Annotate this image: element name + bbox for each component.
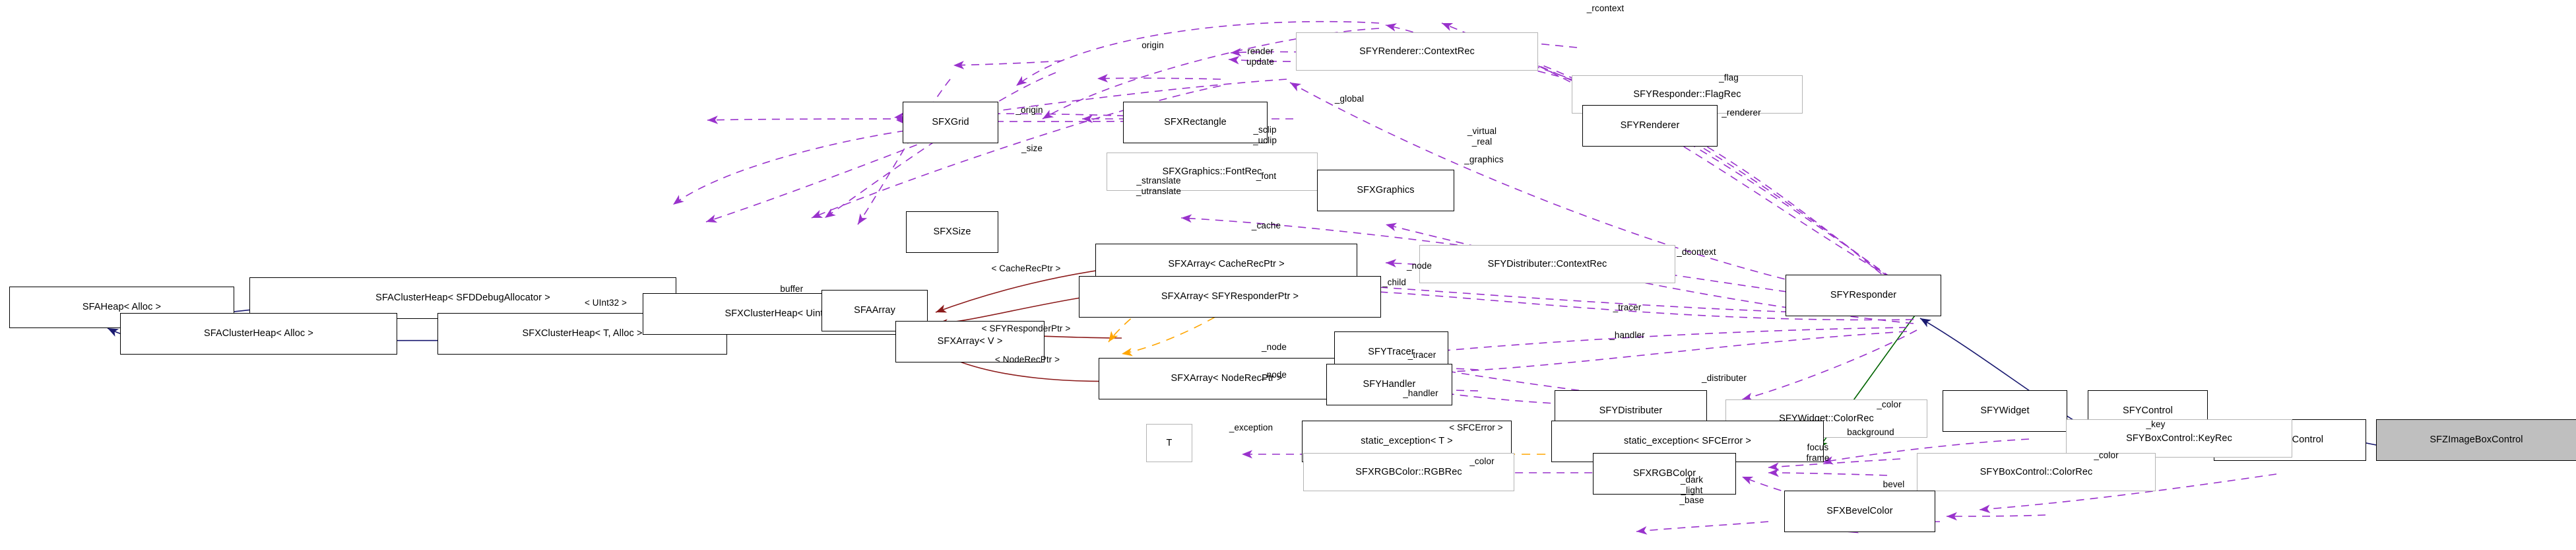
edge-label-lbl_font: _font	[1256, 171, 1277, 181]
edge-label-lbl_sclipuclip: _sclip _uclip	[1253, 125, 1277, 145]
collaboration-diagram: SFAHeap< Alloc > SFAClusterHeap< SFDDebug…	[0, 0, 2576, 550]
node-sfaclusterheap_alloc[interactable]: SFAClusterHeap< Alloc >	[120, 313, 397, 355]
edge-label-lbl_buffer: _buffer	[775, 284, 804, 294]
edge-label-lbl_graphics: _graphics	[1464, 155, 1504, 164]
edge-label-lbl_color_box: _color	[2094, 450, 2119, 460]
node-sfyhandler[interactable]: SFYHandler	[1326, 364, 1452, 405]
edge-label-lbl_cacherecptr: < CacheRecPtr >	[991, 263, 1061, 273]
edge-label-lbl_node_b: _node	[1261, 370, 1287, 380]
node-sfywidget[interactable]: SFYWidget	[1943, 390, 2067, 432]
edge-label-lbl_sfyresponderptr: < SFYResponderPtr >	[981, 324, 1071, 333]
edge-label-lbl_origin_top: origin	[1142, 40, 1164, 50]
edge-label-lbl_rcontext: _rcontext	[1586, 3, 1625, 13]
edge-label-lbl_color_widget: _color	[1877, 399, 1902, 409]
node-sfxbevelcolor[interactable]: SFXBevelColor	[1784, 491, 1935, 532]
edge-label-lbl_exception: _exception	[1229, 423, 1273, 432]
edge-label-lbl_key: _key	[2146, 419, 2166, 429]
node-sfxgrid[interactable]: SFXGrid	[903, 102, 998, 143]
edge-label-lbl_tracer_top: _tracer	[1613, 302, 1642, 312]
node-sfxrectangle[interactable]: SFXRectangle	[1123, 102, 1268, 143]
edge-label-lbl_color_rgb: _color	[1469, 456, 1495, 466]
node-t_param[interactable]: T	[1146, 424, 1192, 462]
edge-label-lbl_node_a: _node	[1261, 342, 1287, 352]
edge-label-lbl_node_top: _node	[1406, 261, 1433, 271]
edge-label-lbl_background: background	[1847, 427, 1894, 437]
edge-label-lbl_handler_top: _handler	[1609, 330, 1645, 340]
edge-label-lbl_virtualreal: _virtual _real	[1467, 126, 1497, 147]
edge-label-lbl_size: _size	[1021, 143, 1043, 153]
edge-label-lbl_origin: _origin	[1015, 105, 1043, 115]
edge-label-lbl_global: _global	[1334, 94, 1365, 104]
node-sfyresponder[interactable]: SFYResponder	[1786, 275, 1941, 316]
edge-label-lbl_cache: _cache	[1251, 221, 1281, 230]
edge-label-lbl_renderupdate: render update	[1246, 46, 1274, 67]
edge-label-lbl_tracer: _tracer	[1407, 350, 1436, 360]
edge-label-lbl_renderer: _renderer	[1722, 108, 1761, 118]
edge-label-lbl_noderecptr: < NodeRecPtr >	[994, 355, 1060, 364]
node-sfxgraphics[interactable]: SFXGraphics	[1317, 170, 1454, 211]
edge-label-lbl_stranslate: _stranslate _utranslate	[1136, 176, 1181, 196]
edge-label-lbl_darklightbase: _dark _light _base	[1679, 475, 1704, 506]
node-sfyboxcontrol_colorrec[interactable]: SFYBoxControl::ColorRec	[1917, 453, 2156, 491]
node-sfxarray_sfyresponderptr[interactable]: SFXArray< SFYResponderPtr >	[1079, 276, 1381, 318]
edge-label-lbl_dcontext: _dcontext	[1677, 247, 1716, 257]
node-sfxarray_noderecptr[interactable]: SFXArray< NodeRecPtr >	[1099, 358, 1355, 399]
edge-label-lbl_distributer: _distributer	[1702, 373, 1747, 383]
edge-label-lbl_focusframe: focus frame	[1806, 442, 1830, 463]
edge-label-lbl_handler: _handler	[1403, 388, 1438, 398]
edge-label-lbl_uint32: < UInt32 >	[584, 298, 628, 308]
node-sfyrenderer[interactable]: SFYRenderer	[1582, 105, 1718, 147]
edge-label-lbl_child: _child	[1382, 277, 1406, 287]
edge-label-lbl_flag: _flag	[1719, 73, 1739, 83]
node-sfyrenderer_contextrec[interactable]: SFYRenderer::ContextRec	[1296, 32, 1538, 71]
edge-label-lbl_bevel: bevel	[1883, 479, 1905, 489]
node-sfzimageboxcontrol[interactable]: SFZImageBoxControl	[2376, 419, 2576, 461]
edge-label-lbl_sfcerror: < SFCError >	[1449, 423, 1503, 432]
node-sfxsize[interactable]: SFXSize	[906, 211, 998, 253]
node-sfxrgbcolor[interactable]: SFXRGBColor	[1593, 453, 1736, 495]
node-sfydistributer_contextrec[interactable]: SFYDistributer::ContextRec	[1419, 245, 1675, 283]
